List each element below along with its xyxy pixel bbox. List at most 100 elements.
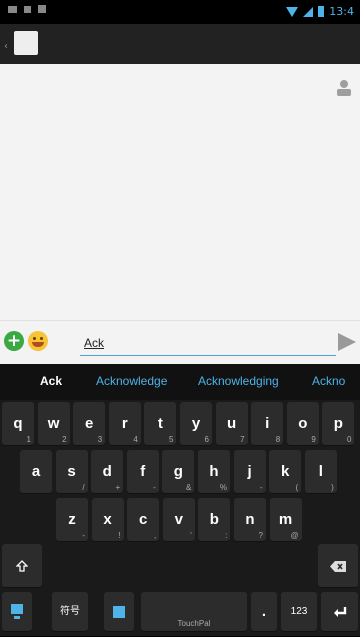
smiley-board-icon	[113, 606, 125, 618]
key-label: h	[209, 463, 219, 480]
key-i[interactable]: i8	[251, 402, 284, 446]
emoji-icon[interactable]	[28, 331, 48, 351]
key-alt-label: :	[225, 531, 228, 540]
key-label: q	[13, 415, 23, 432]
key-o[interactable]: o9	[286, 402, 319, 446]
up-caret-icon[interactable]: ‹	[4, 41, 8, 52]
key-alt-label: 4	[133, 435, 138, 444]
key-label: r	[121, 415, 128, 432]
key-alt-label: 5	[168, 435, 174, 444]
key-label: l	[318, 463, 323, 480]
key-label: d	[102, 463, 112, 480]
key-label: t	[157, 415, 163, 432]
key-label: o	[298, 415, 308, 432]
key-x[interactable]: x!	[91, 498, 124, 542]
emoji-board-key[interactable]	[104, 592, 134, 632]
key-alt-label: )	[331, 483, 334, 492]
key-alt-label: 7	[240, 435, 245, 444]
key-d[interactable]: d +	[91, 450, 124, 494]
key-z[interactable]: z-	[56, 498, 88, 542]
backspace-icon	[330, 560, 346, 572]
key-l[interactable]: l)	[304, 450, 337, 494]
notification-icon	[24, 5, 31, 13]
key-alt-label: -	[259, 483, 263, 492]
suggestion-item[interactable]: Ackno	[312, 374, 345, 388]
space-brand-label: TouchPal	[177, 619, 211, 628]
key-b[interactable]: b:	[198, 498, 231, 542]
shift-key[interactable]	[2, 544, 42, 588]
contact-icon[interactable]	[334, 78, 354, 98]
key-c[interactable]: c,	[127, 498, 160, 542]
key-alt-label: +	[115, 483, 121, 492]
shift-arrow-icon	[15, 560, 29, 572]
key-y[interactable]: y6	[180, 402, 212, 446]
key-label: z	[68, 511, 76, 528]
key-q[interactable]: q1	[2, 402, 34, 446]
key-alt-label: /	[82, 483, 85, 492]
key-alt-label: 2	[62, 435, 67, 444]
key-label: g	[173, 463, 183, 480]
key-alt-label: !	[118, 531, 121, 540]
numbers-key[interactable]: 123	[281, 592, 317, 632]
key-label: x	[103, 511, 112, 528]
space-key[interactable]: TouchPal	[141, 592, 247, 632]
suggestion-item[interactable]: Ack	[40, 374, 62, 388]
key-s[interactable]: s /	[55, 450, 88, 494]
key-label: s	[67, 463, 76, 480]
key-h[interactable]: h%	[198, 450, 230, 494]
key-alt-label: -	[82, 531, 85, 540]
key-label: m	[278, 511, 293, 528]
status-time: 13:4	[329, 5, 354, 18]
key-n[interactable]: n?	[234, 498, 266, 542]
key-g[interactable]: g &	[162, 450, 195, 494]
send-icon[interactable]	[338, 333, 356, 351]
key-p[interactable]: p0	[322, 402, 355, 446]
key-alt-label: 1	[26, 435, 31, 444]
key-alt-label: 6	[204, 435, 209, 444]
key-label: c	[139, 511, 148, 528]
key-u[interactable]: u7	[215, 402, 248, 446]
key-e[interactable]: e3	[73, 402, 106, 446]
wifi-icon	[286, 6, 299, 17]
key-j[interactable]: j-	[233, 450, 266, 494]
language-switch-key[interactable]	[2, 592, 32, 632]
message-input[interactable]	[80, 331, 336, 356]
key-alt-label: &	[186, 483, 192, 492]
key-label: v	[174, 511, 183, 528]
key-label: j	[247, 463, 252, 480]
notification-icon	[38, 5, 46, 13]
key-alt-label: ?	[258, 531, 263, 540]
period-key[interactable]: .	[251, 592, 277, 632]
status-bar: 13:4	[0, 0, 360, 24]
key-label: a	[31, 463, 41, 480]
key-alt-label: '	[190, 531, 192, 540]
suggestion-item[interactable]: Acknowledge	[96, 374, 167, 388]
key-a[interactable]: a	[20, 450, 52, 494]
key-t[interactable]: t5	[144, 402, 177, 446]
conversation-area	[0, 64, 360, 320]
key-label: b	[209, 511, 219, 528]
key-alt-label: 0	[346, 435, 352, 444]
key-label: f	[140, 463, 146, 480]
key-alt-label: %	[219, 483, 227, 492]
key-label: y	[191, 415, 201, 432]
attach-plus-icon[interactable]: +	[4, 331, 24, 351]
key-m[interactable]: m @	[269, 498, 302, 542]
key-v[interactable]: v '	[162, 498, 195, 542]
signal-icon	[303, 6, 314, 17]
app-icon[interactable]	[14, 31, 38, 55]
action-bar: ‹	[0, 24, 360, 64]
key-alt-label: 9	[311, 435, 316, 444]
enter-key[interactable]	[321, 592, 358, 632]
key-alt-label: ,	[153, 531, 157, 540]
key-k[interactable]: k(	[269, 450, 302, 494]
key-label: n	[245, 511, 255, 528]
key-w[interactable]: w2	[37, 402, 70, 446]
backspace-key[interactable]	[318, 544, 358, 588]
symbol-key[interactable]: 符号	[52, 592, 88, 632]
suggestion-item[interactable]: Acknowledging	[198, 374, 279, 388]
key-r[interactable]: r4	[108, 402, 141, 446]
key-f[interactable]: f-	[126, 450, 159, 494]
key-label: p	[333, 415, 343, 432]
key-label: w	[47, 415, 60, 432]
